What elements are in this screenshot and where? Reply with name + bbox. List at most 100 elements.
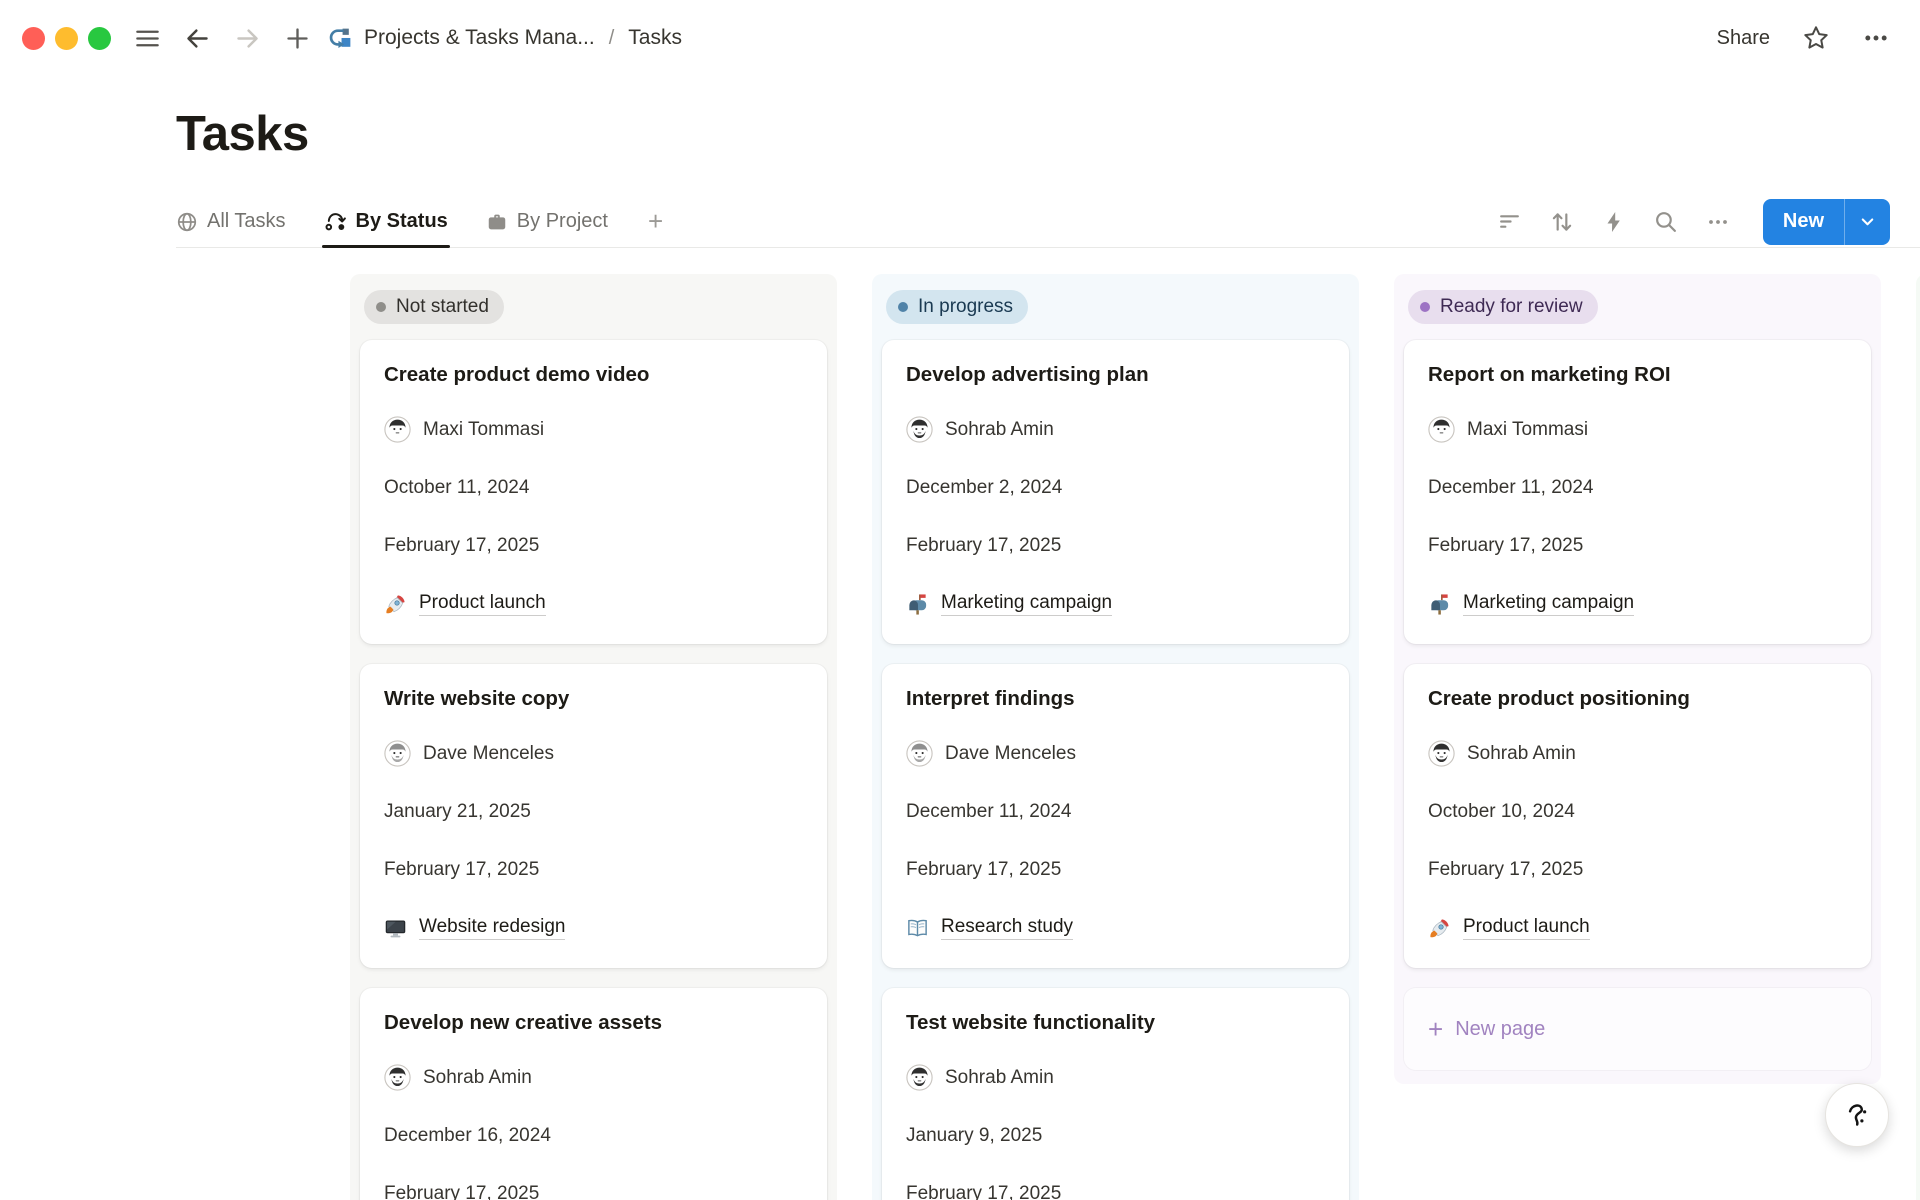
status-dot-icon [898, 302, 908, 312]
avatar [906, 1064, 933, 1091]
task-card[interactable]: Write website copy Dave Menceles January 2… [360, 664, 827, 968]
assignee-row[interactable]: Sohrab Amin [906, 416, 1325, 443]
ai-assistant-button[interactable] [1825, 1083, 1889, 1147]
mailbox-icon [1428, 593, 1451, 616]
new-button[interactable]: New [1763, 199, 1890, 245]
project-link[interactable]: Product launch [1463, 916, 1590, 940]
more-options-icon[interactable] [1862, 24, 1890, 52]
rocket-icon [1428, 917, 1451, 940]
task-card[interactable]: Interpret findingsDave MencelesDecember … [882, 664, 1349, 968]
avatar [906, 740, 933, 767]
assignee-name: Sohrab Amin [1467, 743, 1576, 765]
status-badge[interactable]: Ready for review [1408, 290, 1598, 324]
avatar [384, 416, 411, 443]
lightning-icon[interactable] [1601, 209, 1627, 235]
assignee-row[interactable]: Dave Menceles [384, 740, 803, 767]
date-value[interactable]: January 9, 2025 [906, 1123, 1325, 1149]
page-title: Tasks [176, 106, 1920, 162]
tab-by-status[interactable]: By Status [324, 196, 448, 247]
project-link[interactable]: Research study [941, 916, 1073, 940]
date-value[interactable]: December 16, 2024 [384, 1123, 803, 1149]
assignee-row[interactable]: Sohrab Amin [906, 1064, 1325, 1091]
date-value[interactable]: February 17, 2025 [384, 1181, 803, 1200]
favorite-star-icon[interactable] [1802, 24, 1830, 52]
page-icon [327, 25, 354, 52]
close-window-button[interactable] [22, 27, 45, 50]
status-icon [324, 210, 347, 233]
zoom-window-button[interactable] [88, 27, 111, 50]
hamburger-icon[interactable] [133, 24, 161, 52]
avatar [384, 1064, 411, 1091]
more-icon[interactable] [1705, 209, 1731, 235]
task-card[interactable]: Create product positioning Sohrab Amin Oct… [1404, 664, 1871, 968]
minimize-window-button[interactable] [55, 27, 78, 50]
column-header: Not started [360, 288, 827, 340]
assignee-row[interactable]: Maxi Tommasi [384, 416, 803, 443]
back-arrow-icon[interactable] [183, 24, 211, 52]
view-tabs-row: All Tasks By Status By Project [176, 196, 1920, 248]
date-value[interactable]: February 17, 2025 [1428, 533, 1847, 559]
task-card[interactable]: Test website functionalitySohrab AminJan… [882, 988, 1349, 1200]
project-link[interactable]: Product launch [419, 592, 546, 616]
assignee-row[interactable]: Sohrab Amin [1428, 740, 1847, 767]
task-title: Develop advertising plan [906, 363, 1325, 387]
task-title: Write website copy [384, 687, 803, 711]
status-badge[interactable]: In progress [886, 290, 1028, 324]
project-relation-row: Product launch [384, 591, 803, 617]
project-link[interactable]: Marketing campaign [941, 592, 1112, 616]
plus-icon: + [1428, 1016, 1443, 1042]
add-view-button[interactable]: + [648, 206, 663, 237]
task-card[interactable]: Develop advertising plan Sohrab Amin Decem… [882, 340, 1349, 644]
date-value[interactable]: December 11, 2024 [906, 799, 1325, 825]
date-value[interactable]: December 11, 2024 [1428, 475, 1847, 501]
filter-icon[interactable] [1497, 209, 1523, 235]
chevron-down-icon[interactable] [1845, 199, 1890, 245]
task-title: Report on marketing ROI [1428, 363, 1847, 387]
new-tab-plus-icon[interactable] [283, 24, 311, 52]
assignee-row[interactable]: Sohrab Amin [384, 1064, 803, 1091]
status-dot-icon [376, 302, 386, 312]
tab-by-project[interactable]: By Project [486, 196, 608, 247]
project-link[interactable]: Website redesign [419, 916, 565, 940]
avatar [1428, 740, 1455, 767]
breadcrumb-parent[interactable]: Projects & Tasks Mana... [364, 26, 595, 50]
task-title: Create product demo video [384, 363, 803, 387]
date-value[interactable]: October 10, 2024 [1428, 799, 1847, 825]
date-value[interactable]: January 21, 2025 [384, 799, 803, 825]
column-header: Ready for review [1404, 288, 1871, 340]
task-card[interactable]: Create product demo video Maxi Tommasi Oct… [360, 340, 827, 644]
assignee-name: Sohrab Amin [423, 1067, 532, 1089]
breadcrumb-current[interactable]: Tasks [628, 26, 682, 50]
assignee-row[interactable]: Maxi Tommasi [1428, 416, 1847, 443]
forward-arrow-icon[interactable] [233, 24, 261, 52]
project-link[interactable]: Marketing campaign [1463, 592, 1634, 616]
sort-icon[interactable] [1549, 209, 1575, 235]
breadcrumb-separator: / [605, 27, 619, 50]
date-value[interactable]: February 17, 2025 [384, 857, 803, 883]
new-page-button[interactable]: +New page [1404, 988, 1871, 1070]
ai-face-icon [1840, 1098, 1874, 1132]
assignee-row[interactable]: Dave Menceles [906, 740, 1325, 767]
project-relation-row: Website redesign [384, 915, 803, 941]
monitor-icon [384, 917, 407, 940]
tab-all-tasks[interactable]: All Tasks [176, 196, 286, 247]
date-value[interactable]: December 2, 2024 [906, 475, 1325, 501]
task-card[interactable]: Report on marketing ROI Maxi Tommasi Decem… [1404, 340, 1871, 644]
share-button[interactable]: Share [1717, 27, 1770, 50]
avatar [384, 740, 411, 767]
date-value[interactable]: October 11, 2024 [384, 475, 803, 501]
task-title: Create product positioning [1428, 687, 1847, 711]
column-header: In progress [882, 288, 1349, 340]
task-card[interactable]: Develop new creative assetsSohrab AminDe… [360, 988, 827, 1200]
date-value[interactable]: February 17, 2025 [906, 533, 1325, 559]
date-value[interactable]: February 17, 2025 [384, 533, 803, 559]
status-badge[interactable]: Not started [364, 290, 504, 324]
briefcase-icon [486, 211, 508, 233]
date-value[interactable]: February 17, 2025 [906, 1181, 1325, 1200]
date-value[interactable]: February 17, 2025 [906, 857, 1325, 883]
assignee-name: Sohrab Amin [945, 1067, 1054, 1089]
assignee-name: Dave Menceles [423, 743, 554, 765]
date-value[interactable]: February 17, 2025 [1428, 857, 1847, 883]
search-icon[interactable] [1653, 209, 1679, 235]
board-column: Not started Create product demo video Maxi… [350, 274, 837, 1200]
